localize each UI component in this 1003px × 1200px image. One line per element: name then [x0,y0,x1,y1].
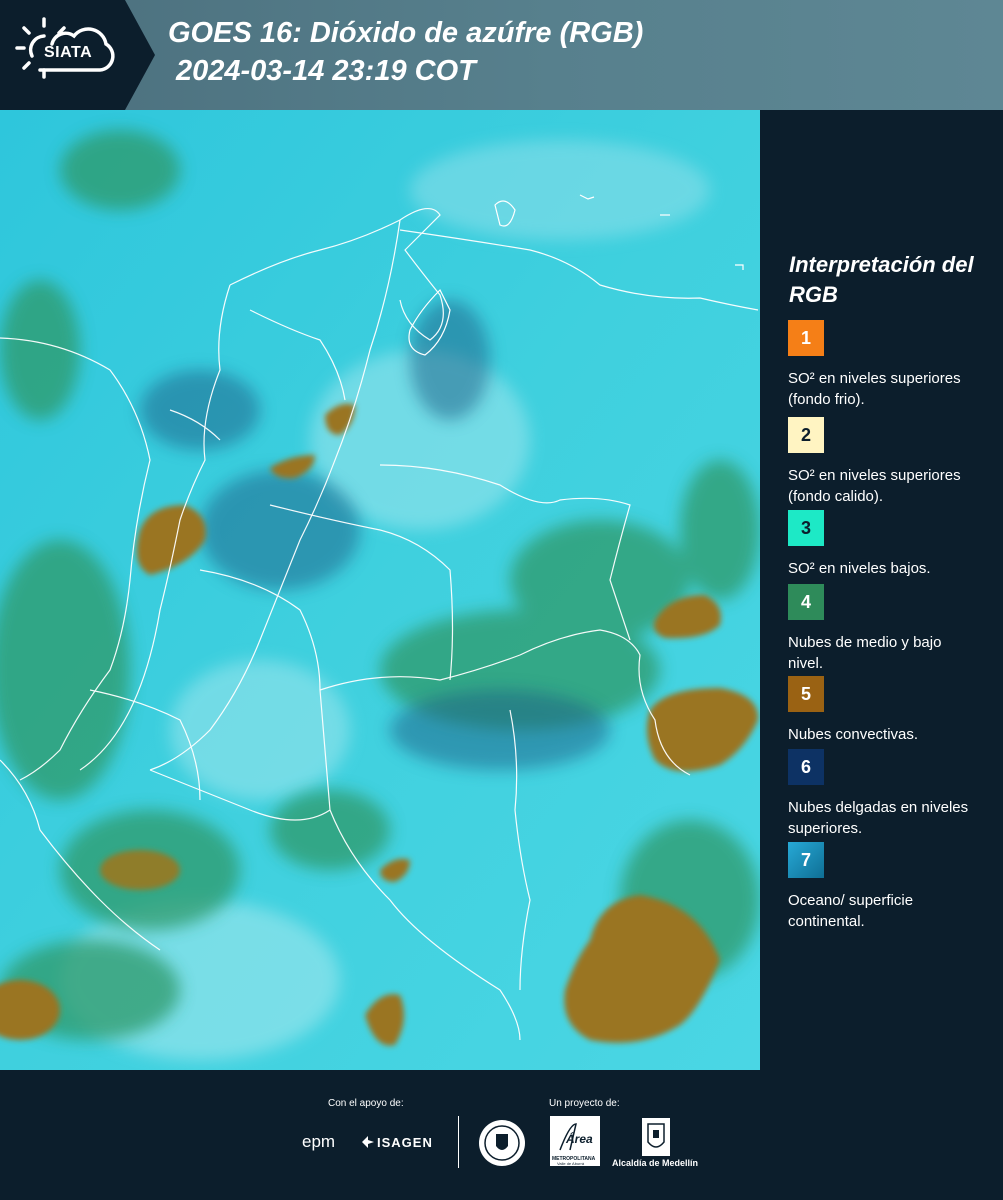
legend-item-6: 6 Nubes delgadas en niveles superiores. [788,749,988,839]
legend-number-5: 5 [800,683,811,704]
legend-item-1: 1 SO² en niveles superiores (fondo frio)… [788,320,988,410]
legend-swatch-3: 3 [788,510,824,546]
legend-item-5: 5 Nubes convectivas. [788,676,988,745]
epm-logo: epm [302,1132,336,1151]
alcaldia-logo-text: Alcaldía de Medellín [612,1158,699,1168]
legend-item-7: 7 Oceano/ superficie continental. [788,842,988,932]
legend-title: Interpretación del RGB [789,252,974,307]
legend-label-5: Nubes convectivas. [788,726,919,743]
medellin-seal-icon [479,1120,525,1166]
legend-number-6: 6 [800,756,811,777]
title-line-2: 2024-03-14 23:19 COT [176,55,476,87]
project-label: Un proyecto de: [549,1098,620,1109]
legend-label-2: SO² en niveles superiores (fondo calido)… [788,467,961,505]
legend-number-1: 1 [800,327,811,348]
isagen-logo-icon [362,1136,374,1148]
siata-brand-text: SIATA [44,44,93,61]
isagen-logo: ISAGEN [377,1135,433,1150]
legend-swatch-7: 7 [788,842,824,878]
footer-divider [458,1116,459,1168]
satellite-image [0,110,760,1070]
area-logo-text: Área [566,1132,593,1146]
alcaldia-crest-icon [642,1118,670,1156]
siata-logo: SIATA [0,0,155,110]
legend-label-6: Nubes delgadas en niveles superiores. [788,799,969,837]
legend-number-7: 7 [800,849,811,870]
legend-swatch-5: 5 [788,676,824,712]
legend-number-4: 4 [800,591,811,612]
legend-label-4: Nubes de medio y bajo nivel. [788,634,942,672]
legend-number-3: 3 [800,517,811,538]
legend-item-3: 3 SO² en niveles bajos. [788,510,988,579]
legend-label-7: Oceano/ superficie continental. [788,892,914,930]
legend-swatch-2: 2 [788,417,824,453]
support-label: Con el apoyo de: [328,1098,404,1109]
legend-item-2: 2 SO² en niveles superiores (fondo calid… [788,417,988,507]
header: SIATA GOES 16: Dióxido de azúfre (RGB) 2… [0,0,1003,110]
page-title: GOES 16: Dióxido de azúfre (RGB) 2024-03… [168,14,643,90]
footer: Con el apoyo de: Un proyecto de: epm ISA… [0,1070,1003,1200]
title-line-1: GOES 16: Dióxido de azúfre (RGB) [168,17,644,49]
satellite-map [0,110,760,1070]
legend-label-1: SO² en niveles superiores (fondo frio). [788,370,961,408]
legend-swatch-4: 4 [788,584,824,620]
legend-number-2: 2 [800,424,811,445]
legend-swatch-6: 6 [788,749,824,785]
legend-swatch-1: 1 [788,320,824,356]
legend-label-3: SO² en niveles bajos. [788,560,931,577]
legend-panel: Interpretación del RGB 1 SO² en niveles … [760,110,1003,1070]
area-logo-sub2: Valle de Aburrá [557,1161,585,1166]
legend-item-4: 4 Nubes de medio y bajo nivel. [788,584,988,674]
